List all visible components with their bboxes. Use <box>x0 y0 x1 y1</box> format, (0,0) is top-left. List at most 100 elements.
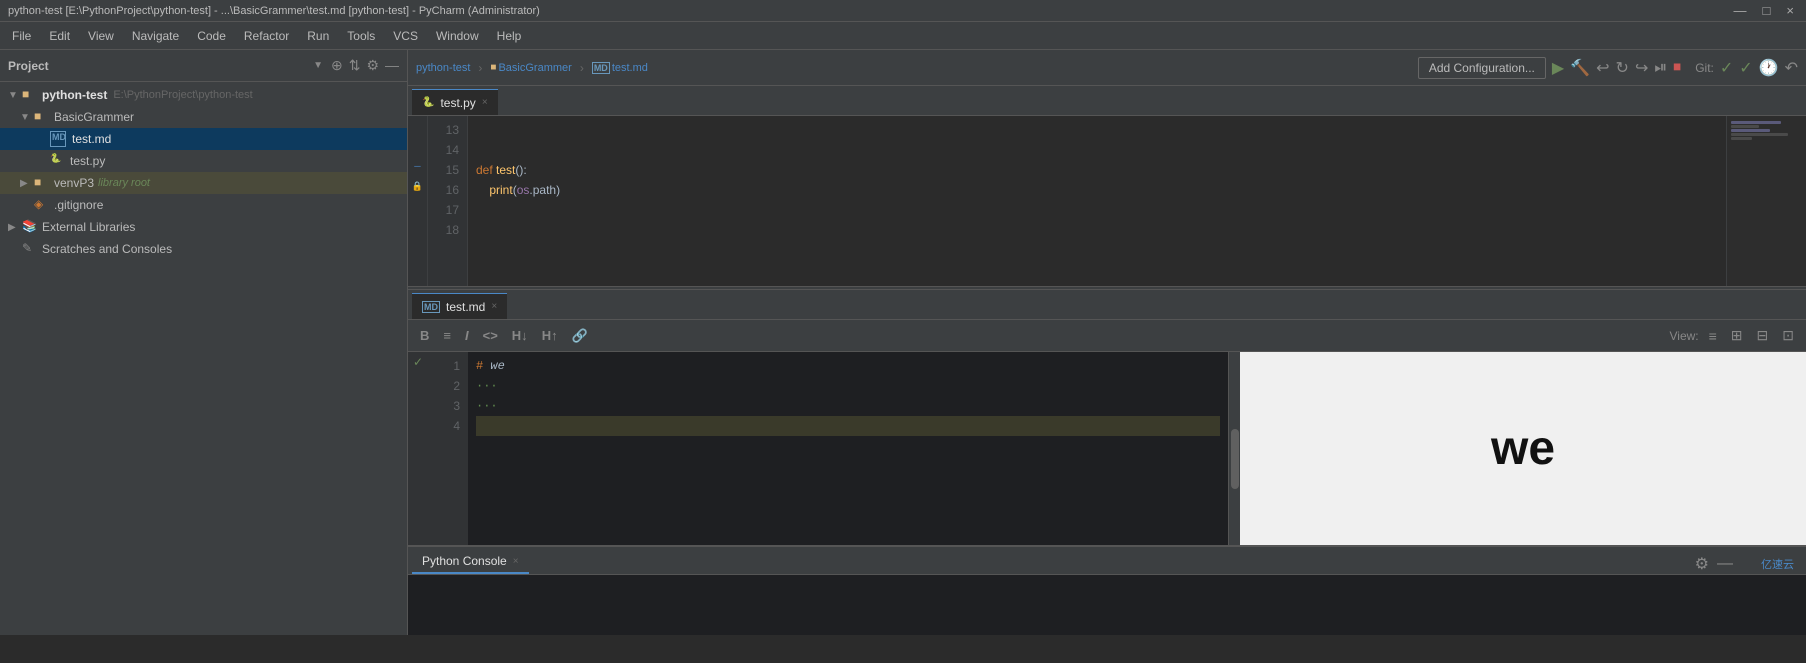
window-controls[interactable]: — □ × <box>1730 3 1798 18</box>
bottom-settings-icon[interactable]: ⚙ <box>1695 554 1709 574</box>
markdown-source-editor[interactable]: ✓ 1 2 3 4 # we <box>408 352 1228 545</box>
run-resume-icon[interactable]: ↪ <box>1635 58 1648 78</box>
breadcrumb-sep2: › <box>580 61 584 75</box>
view-split-icon[interactable]: ⊞ <box>1727 325 1747 346</box>
code-line-18 <box>476 220 1718 240</box>
tree-label-test-py: test.py <box>70 154 105 168</box>
run-pause-icon[interactable]: ⏯ <box>1654 59 1667 77</box>
run-play-icon[interactable]: ▶ <box>1552 58 1564 78</box>
menu-help[interactable]: Help <box>489 26 530 46</box>
view-grid-icon[interactable]: ⊡ <box>1778 325 1798 346</box>
git-check2-icon[interactable]: ✓ <box>1739 58 1752 78</box>
md-italic-button[interactable]: I <box>461 326 473 345</box>
code-editor-content: ─ 🔒 13 14 15 16 17 18 <box>408 116 1806 286</box>
sidebar-scope-icon[interactable]: ⊕ <box>331 57 343 74</box>
run-rerun-icon[interactable]: ↩ <box>1596 58 1609 78</box>
md-line-num-2: 2 <box>436 376 460 396</box>
tree-arrow-basicgrammer: ▼ <box>20 112 32 123</box>
sidebar: Project ▼ ⊕ ⇅ ⚙ — ▼ ■ python-test E:\Pyt… <box>0 50 408 635</box>
sidebar-dropdown-icon[interactable]: ▼ <box>313 60 323 71</box>
bottom-minimize-icon[interactable]: — <box>1717 555 1733 573</box>
md-h1-button[interactable]: H↓ <box>508 326 532 345</box>
md-code-button[interactable]: <> <box>479 326 502 345</box>
md-h2-button[interactable]: H↑ <box>538 326 562 345</box>
md-tab-bar: MD test.md × <box>408 290 1806 320</box>
minimap <box>1726 116 1806 286</box>
md-gutter-line-2 <box>408 372 428 392</box>
md-gutter-line-1: ✓ <box>408 352 428 372</box>
minimap-line <box>1731 129 1770 132</box>
breadcrumb-test-md[interactable]: MD test.md <box>592 62 648 74</box>
run-controls: Add Configuration... ▶ 🔨 ↩ ↻ ↪ ⏯ ⏹ Git: … <box>1418 57 1798 79</box>
menu-edit[interactable]: Edit <box>41 26 78 46</box>
view-text-icon[interactable]: ≡ <box>1705 326 1721 346</box>
md-line-num-4: 4 <box>436 416 460 436</box>
sidebar-item-basicgrammer[interactable]: ▼ ■ BasicGrammer <box>0 106 407 128</box>
sidebar-item-external-libraries[interactable]: ▶ 📚 External Libraries <box>0 216 407 238</box>
tab-label-test-py: test.py <box>440 96 475 110</box>
git-history-icon[interactable]: 🕐 <box>1759 58 1779 78</box>
md-tab-icon: MD <box>422 301 440 313</box>
close-python-console-icon[interactable]: × <box>513 556 519 567</box>
md-line-3: ··· <box>476 396 1220 416</box>
tab-test-md[interactable]: MD test.md × <box>412 293 507 319</box>
maximize-window-icon[interactable]: □ <box>1759 3 1775 18</box>
menu-file[interactable]: File <box>4 26 39 46</box>
menu-tools[interactable]: Tools <box>339 26 383 46</box>
git-undo-icon[interactable]: ↶ <box>1785 58 1798 78</box>
markdown-preview: we <box>1240 352 1806 545</box>
sidebar-item-python-test[interactable]: ▼ ■ python-test E:\PythonProject\python-… <box>0 84 407 106</box>
gutter-line-18 <box>408 216 427 236</box>
git-check-icon[interactable]: ✓ <box>1720 58 1733 78</box>
sidebar-item-test-py[interactable]: 🐍 test.py <box>0 150 407 172</box>
menu-run[interactable]: Run <box>299 26 337 46</box>
md-source-code[interactable]: # we ··· ··· <box>468 352 1228 545</box>
sidebar-item-scratches-consoles[interactable]: ✎ Scratches and Consoles <box>0 238 407 260</box>
md-list-button[interactable]: ≡ <box>439 326 455 345</box>
menu-code[interactable]: Code <box>189 26 234 46</box>
run-stop-icon[interactable]: ⏹ <box>1673 59 1681 77</box>
menu-navigate[interactable]: Navigate <box>124 26 187 46</box>
run-build-icon[interactable]: 🔨 <box>1570 58 1590 78</box>
breadcrumb-basicgrammer[interactable]: ■ BasicGrammer <box>490 62 571 74</box>
tree-path-python-test: E:\PythonProject\python-test <box>113 89 252 101</box>
code-line-16: print(os.path) <box>476 180 1718 200</box>
minimize-window-icon[interactable]: — <box>1730 3 1751 18</box>
close-window-icon[interactable]: × <box>1782 3 1798 18</box>
line-num-17: 17 <box>436 200 459 220</box>
sidebar-item-venvp3[interactable]: ▶ ■ venvP3 library root <box>0 172 407 194</box>
sidebar-item-gitignore[interactable]: ◈ .gitignore <box>0 194 407 216</box>
tab-test-py[interactable]: 🐍 test.py × <box>412 89 498 115</box>
minimap-content <box>1727 116 1806 145</box>
md-scrollbar[interactable] <box>1228 352 1240 545</box>
menu-view[interactable]: View <box>80 26 122 46</box>
menu-refactor[interactable]: Refactor <box>236 26 297 46</box>
md-bold-button[interactable]: B <box>416 326 433 345</box>
md-link-button[interactable]: 🔗 <box>568 326 592 346</box>
tab-python-console[interactable]: Python Console × <box>412 550 529 574</box>
python-console-content[interactable] <box>408 575 1806 635</box>
line-num-16: 16 <box>436 180 459 200</box>
sidebar-item-test-md[interactable]: MD test.md <box>0 128 407 150</box>
breadcrumb-python-test[interactable]: python-test <box>416 62 470 74</box>
sidebar-header: Project ▼ ⊕ ⇅ ⚙ — <box>0 50 407 82</box>
add-configuration-button[interactable]: Add Configuration... <box>1418 57 1546 79</box>
close-tab-test-md[interactable]: × <box>491 301 497 312</box>
tree-label-scratches-consoles: Scratches and Consoles <box>42 242 172 256</box>
run-reload-icon[interactable]: ↻ <box>1616 58 1629 78</box>
tree-label-python-test: python-test <box>42 88 107 102</box>
top-tab-bar: 🐍 test.py × <box>408 86 1806 116</box>
sidebar-layout-icon[interactable]: ⇅ <box>349 57 361 74</box>
menu-vcs[interactable]: VCS <box>385 26 426 46</box>
md-scroll-thumb[interactable] <box>1231 429 1239 489</box>
close-tab-test-py[interactable]: × <box>482 97 488 108</box>
code-content[interactable]: def test(): print(os.path) <box>468 116 1726 286</box>
tree-label-external-libraries: External Libraries <box>42 220 135 234</box>
view-preview-icon[interactable]: ⊟ <box>1753 325 1773 346</box>
line-num-13: 13 <box>436 120 459 140</box>
md-line-2: ··· <box>476 376 1220 396</box>
code-gutter: ─ 🔒 <box>408 116 428 286</box>
sidebar-minimize-icon[interactable]: — <box>385 57 399 74</box>
menu-window[interactable]: Window <box>428 26 487 46</box>
sidebar-settings-icon[interactable]: ⚙ <box>366 57 379 74</box>
